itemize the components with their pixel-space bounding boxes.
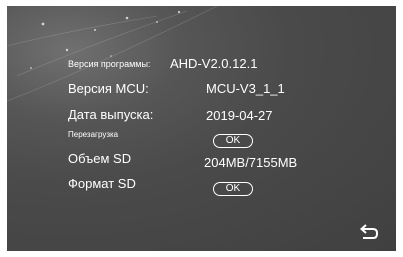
sd-capacity-label: Объем SD	[68, 151, 132, 166]
system-info-screen: Версия программы: AHD-V2.0.12.1 Версия M…	[7, 6, 396, 251]
software-version-value: AHD-V2.0.12.1	[170, 56, 258, 71]
release-date-label: Дата выпуска:	[68, 107, 154, 122]
software-version-label: Версия программы:	[68, 59, 151, 69]
back-button[interactable]	[359, 224, 379, 242]
sd-format-label: Формат SD	[68, 176, 136, 191]
sd-capacity-value: 204MB/7155MB	[204, 155, 298, 170]
back-arrow-icon	[359, 224, 378, 239]
reboot-label: Перезагрузка	[68, 130, 119, 139]
mcu-version-value: MCU-V3_1_1	[206, 81, 285, 96]
reboot-ok-button[interactable]: OK	[213, 134, 253, 148]
sd-format-ok-button[interactable]: OK	[213, 182, 253, 196]
background-light-streaks	[7, 6, 218, 102]
mcu-version-label: Версия MCU:	[68, 81, 149, 96]
release-date-value: 2019-04-27	[206, 108, 273, 123]
